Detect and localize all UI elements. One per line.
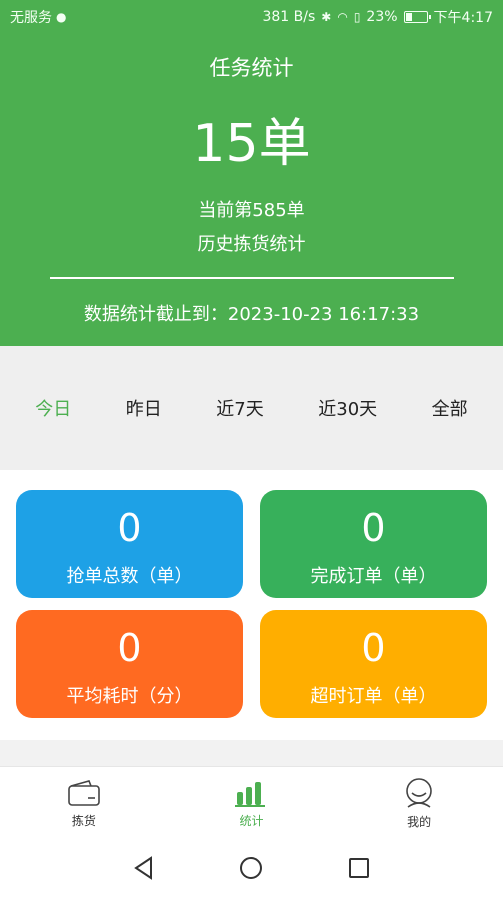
stats-cards: 0 抢单总数（单） 0 完成订单（单） 0 平均耗时（分） 0 超时订单（单） (0, 470, 503, 740)
status-left: 无服务 ● (10, 7, 66, 27)
card-completed: 0 完成订单（单） (260, 490, 487, 598)
page-title: 任务统计 (209, 56, 294, 80)
wallet-icon (68, 779, 100, 806)
section-gap (0, 740, 503, 766)
back-triangle-icon (134, 855, 152, 880)
card-value: 0 (361, 626, 386, 670)
status-right: 381 B/s ✱ ◠ ▯ 23% 下午4:17 (262, 7, 493, 27)
tab-7-days[interactable]: 近7天 (210, 387, 269, 429)
card-label: 超时订单（单） (310, 686, 437, 707)
card-value: 0 (361, 506, 386, 550)
nav-picking[interactable]: 拣货 (24, 767, 144, 839)
wifi-icon: ◠ (337, 10, 348, 24)
recents-square-icon (349, 857, 370, 878)
profile-face-icon (406, 777, 432, 808)
app-screen: 无服务 ● 381 B/s ✱ ◠ ▯ 23% 下午4:17 任务统计 15单 … (0, 0, 503, 897)
current-order: 当前第585单 (198, 200, 305, 221)
nav-label: 拣货 (71, 813, 96, 828)
sim-icon: ▯ (353, 10, 361, 24)
tab-yesterday[interactable]: 昨日 (120, 387, 168, 429)
card-avg-time: 0 平均耗时（分） (16, 610, 243, 718)
app-notification-icon: ● (56, 10, 67, 24)
tab-30-days[interactable]: 近30天 (312, 387, 383, 429)
nav-mine[interactable]: 我的 (359, 767, 479, 839)
tab-today[interactable]: 今日 (29, 387, 77, 429)
battery-icon (403, 11, 431, 23)
bluetooth-icon: ✱ (321, 10, 332, 24)
tab-all[interactable]: 全部 (426, 387, 474, 429)
nav-label: 我的 (407, 814, 432, 829)
battery-percent: 23% (366, 9, 398, 25)
system-nav (0, 838, 503, 897)
carrier-text: 无服务 (10, 10, 52, 26)
home-circle-icon (240, 856, 263, 879)
bar-chart-icon (235, 781, 266, 807)
nav-label: 统计 (239, 813, 264, 828)
header: 无服务 ● 381 B/s ✱ ◠ ▯ 23% 下午4:17 任务统计 15单 … (0, 0, 503, 346)
status-bar: 无服务 ● 381 B/s ✱ ◠ ▯ 23% 下午4:17 (0, 0, 503, 34)
net-speed: 381 B/s (262, 9, 316, 25)
recents-button[interactable] (339, 848, 379, 888)
card-value: 0 (117, 506, 142, 550)
home-button[interactable] (231, 848, 271, 888)
period-tabs: 今日 昨日 近7天 近30天 全部 (0, 346, 503, 470)
history-stats-link[interactable]: 历史拣货统计 (0, 230, 503, 256)
card-label: 平均耗时（分） (66, 686, 193, 707)
stats-deadline: 数据统计截止到：2023-10-23 16:17:33 (83, 304, 420, 325)
bottom-nav: 拣货 统计 我的 (0, 766, 503, 838)
card-grab-total: 0 抢单总数（单） (16, 490, 243, 598)
status-time: 下午4:17 (433, 10, 493, 26)
card-overdue: 0 超时订单（单） (260, 610, 487, 718)
card-label: 抢单总数（单） (66, 566, 193, 587)
back-button[interactable] (124, 848, 164, 888)
card-label: 完成订单（单） (310, 566, 437, 587)
nav-stats[interactable]: 统计 (191, 767, 311, 839)
header-divider (50, 277, 454, 279)
card-value: 0 (117, 626, 142, 670)
order-count: 15单 (192, 114, 311, 174)
